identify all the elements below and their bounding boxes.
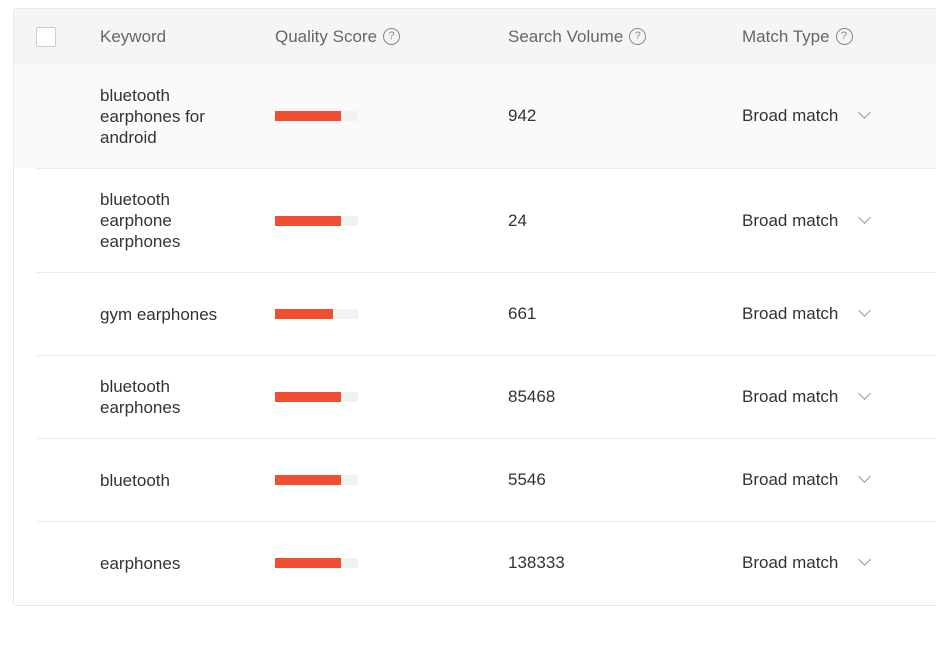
quality-score-bar <box>275 392 358 402</box>
header-quality-score-label: Quality Score <box>275 27 378 46</box>
match-type-dropdown[interactable]: Broad match <box>742 553 872 573</box>
match-type-dropdown[interactable]: Broad match <box>742 387 872 407</box>
quality-score-bar <box>275 111 358 121</box>
search-volume-cell: 5546 <box>508 470 546 489</box>
keyword-cell: earphones <box>100 553 181 573</box>
table-row: earphones 138333 Broad match <box>14 522 936 604</box>
match-type-value: Broad match <box>742 106 839 125</box>
match-type-value: Broad match <box>742 553 839 572</box>
match-type-value: Broad match <box>742 304 839 323</box>
select-all-checkbox[interactable] <box>36 27 56 47</box>
match-type-dropdown[interactable]: Broad match <box>742 470 872 490</box>
table-row: bluetooth earphones for android 942 Broad … <box>14 64 936 168</box>
header-search-volume[interactable]: Search Volume? <box>508 9 647 64</box>
keyword-cell: bluetooth earphone earphones <box>100 190 181 251</box>
quality-score-fill <box>275 475 342 485</box>
match-type-value: Broad match <box>742 387 839 406</box>
keyword-table: Keyword Quality Score? Search Volume? Ma… <box>13 8 936 606</box>
table-header: Keyword Quality Score? Search Volume? Ma… <box>14 9 936 64</box>
chevron-down-icon <box>858 553 872 566</box>
table-row: bluetooth 5546 Broad match <box>14 439 936 521</box>
keyword-cell: bluetooth <box>100 470 170 490</box>
match-type-value: Broad match <box>742 470 839 489</box>
quality-score-fill <box>275 558 342 568</box>
keyword-cell: gym earphones <box>100 304 218 324</box>
chevron-down-icon <box>858 470 872 483</box>
search-volume-cell: 24 <box>508 210 527 230</box>
help-icon[interactable]: ? <box>835 27 853 45</box>
header-keyword[interactable]: Keyword <box>100 9 166 64</box>
quality-score-fill <box>275 111 342 121</box>
chevron-down-icon <box>858 304 872 317</box>
header-match-type-label: Match Type <box>742 27 830 46</box>
match-type-dropdown[interactable]: Broad match <box>742 210 872 231</box>
match-type-value: Broad match <box>742 210 839 230</box>
match-type-dropdown[interactable]: Broad match <box>742 304 872 324</box>
quality-score-fill <box>275 392 342 402</box>
search-volume-cell: 85468 <box>508 387 556 406</box>
search-volume-cell: 661 <box>508 304 537 323</box>
header-match-type[interactable]: Match Type? <box>742 9 853 64</box>
header-search-volume-label: Search Volume <box>508 27 624 46</box>
table-row: bluetooth earphones 85468 Broad match <box>14 356 936 438</box>
keyword-cell: bluetooth earphones <box>100 377 181 417</box>
table-row: bluetooth earphone earphones 24 Broad matc… <box>14 169 936 272</box>
table-row: gym earphones 661 Broad match <box>14 273 936 355</box>
quality-score-bar <box>275 309 358 319</box>
header-keyword-label: Keyword <box>100 27 167 46</box>
header-quality-score[interactable]: Quality Score? <box>275 9 401 64</box>
match-type-dropdown[interactable]: Broad match <box>742 106 872 126</box>
chevron-down-icon <box>858 387 872 400</box>
quality-score-bar <box>275 215 358 226</box>
quality-score-fill <box>275 215 342 226</box>
help-icon[interactable]: ? <box>629 27 647 45</box>
keyword-cell: bluetooth earphones for android <box>100 85 205 147</box>
chevron-down-icon <box>858 210 872 224</box>
quality-score-fill <box>275 309 334 319</box>
chevron-down-icon <box>858 106 872 119</box>
quality-score-bar <box>275 558 358 568</box>
help-icon[interactable]: ? <box>383 27 401 45</box>
quality-score-bar <box>275 475 358 485</box>
search-volume-cell: 942 <box>508 106 537 125</box>
search-volume-cell: 138333 <box>508 553 565 572</box>
